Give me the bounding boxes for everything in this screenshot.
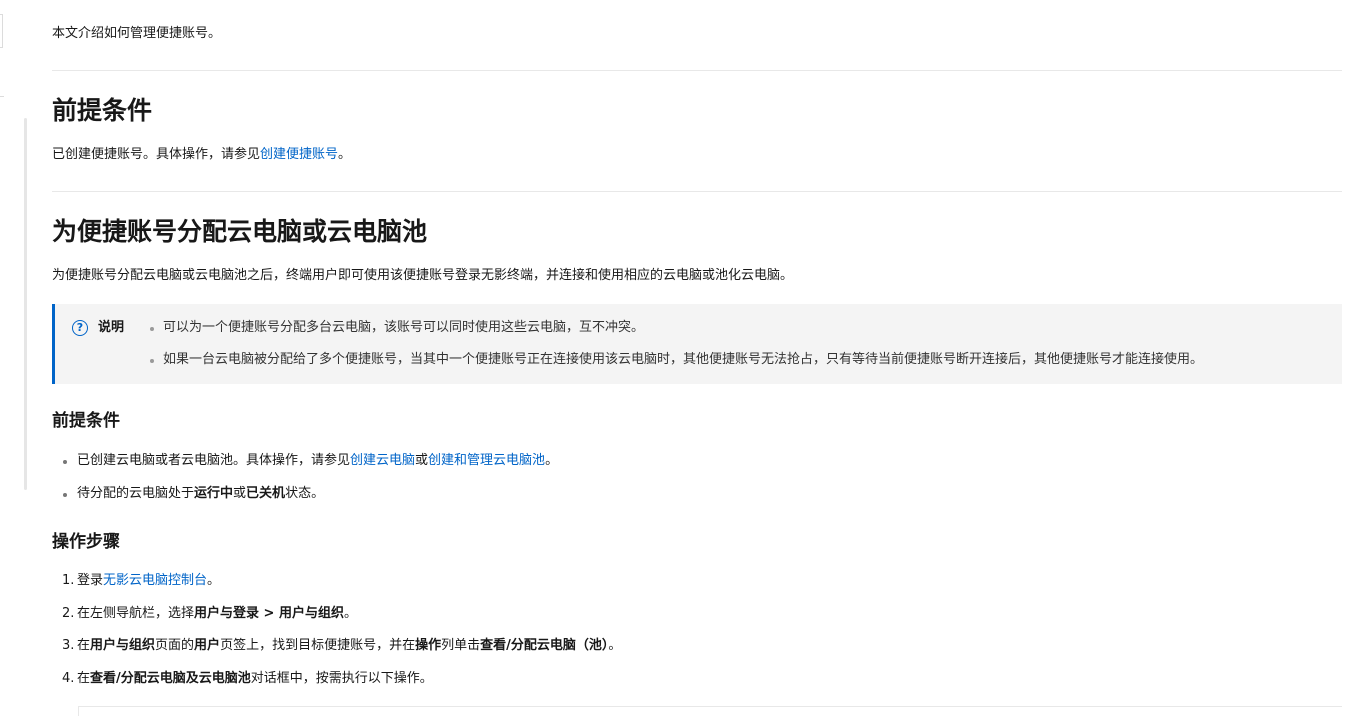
text: 。 (338, 147, 352, 162)
status-stopped: 已关机 (246, 486, 286, 501)
text: 已创建便捷账号。具体操作，请参见 (52, 147, 261, 162)
text: 或 (415, 453, 429, 468)
create-cloud-pc-link[interactable]: 创建云电脑 (350, 453, 415, 468)
status-running: 运行中 (194, 486, 234, 501)
note-box: ? 说明 可以为一个便捷账号分配多台云电脑，该账号可以同时使用这些云电脑，互不冲… (52, 304, 1342, 384)
create-account-link[interactable]: 创建便捷账号 (260, 147, 338, 162)
text: 。 (207, 573, 221, 588)
ui-term: 用户与组织 (90, 638, 156, 653)
note-item: 如果一台云电脑被分配给了多个便捷账号，当其中一个便捷账号正在连接使用该云电脑时，… (148, 350, 1203, 370)
text: 在 (77, 670, 91, 686)
text: 。 (343, 605, 357, 621)
console-link[interactable]: 无影云电脑控制台 (103, 573, 207, 588)
text: 或 (233, 486, 247, 501)
manage-pool-link[interactable]: 创建和管理云电脑池 (428, 453, 545, 468)
step-number: 3. (62, 638, 75, 653)
prerequisites-text: 已创建便捷账号。具体操作，请参见创建便捷账号。 (52, 145, 351, 165)
list-item: 已创建云电脑或者云电脑池。具体操作，请参见创建云电脑或创建和管理云电脑池。 (52, 451, 558, 471)
section-title-assign: 为便捷账号分配云电脑或云电脑池 (52, 217, 428, 246)
left-rail (0, 0, 30, 712)
assign-description: 为便捷账号分配云电脑或云电脑池之后，终端用户即可使用该便捷账号登录无影终端，并连… (52, 268, 794, 283)
text: 状态。 (285, 486, 325, 501)
rail-collapsed-panel[interactable] (0, 14, 3, 48)
note-label: 说明 (98, 320, 125, 335)
prerequisites-list: 已创建云电脑或者云电脑池。具体操作，请参见创建云电脑或创建和管理云电脑池。 待分… (52, 451, 558, 504)
section-title-prerequisites: 前提条件 (52, 96, 153, 125)
intro-text: 本文介绍如何管理便捷账号。 (52, 26, 222, 41)
ui-term: 查看/分配云电脑及云电脑池 (90, 670, 251, 686)
options-table-edge (78, 706, 1342, 716)
note-list: 可以为一个便捷账号分配多台云电脑，该账号可以同时使用这些云电脑，互不冲突。 如果… (148, 318, 1203, 370)
text: 已创建云电脑或者云电脑池。具体操作，请参见 (77, 453, 351, 468)
step-item: 1. 登录无影云电脑控制台。 (52, 571, 621, 591)
question-circle-icon: ? (72, 320, 88, 336)
rail-divider (0, 96, 4, 97)
note-item: 可以为一个便捷账号分配多台云电脑，该账号可以同时使用这些云电脑，互不冲突。 (148, 318, 1203, 338)
step-item: 3. 在用户与组织页面的用户页签上，找到目标便捷账号，并在操作列单击查看/分配云电… (52, 636, 621, 656)
step-item: 2. 在左侧导航栏，选择用户与登录 > 用户与组织。 (52, 604, 621, 624)
step-item: 4. 在查看/分配云电脑及云电脑池对话框中，按需执行以下操作。 (52, 669, 621, 689)
ui-term: 操作 (415, 638, 442, 653)
text: 在左侧导航栏，选择 (77, 605, 195, 621)
list-item: 待分配的云电脑处于运行中或已关机状态。 (52, 484, 558, 504)
ui-term: 用户 (194, 638, 221, 653)
text: 页面的 (155, 638, 195, 653)
scrollbar[interactable] (24, 118, 27, 490)
nav-path: 用户与登录 > 用户与组织 (194, 605, 344, 621)
text: 登录 (77, 573, 104, 588)
text: 对话框中，按需执行以下操作。 (250, 670, 433, 686)
text: 。 (545, 453, 559, 468)
divider (52, 70, 1342, 71)
step-number: 4. (62, 670, 75, 686)
subsection-title-steps: 操作步骤 (52, 532, 120, 552)
text: 。 (608, 638, 622, 653)
step-number: 2. (62, 605, 75, 621)
text: 在 (77, 638, 91, 653)
text: 页签上，找到目标便捷账号，并在 (220, 638, 416, 653)
steps-list: 1. 登录无影云电脑控制台。 2. 在左侧导航栏，选择用户与登录 > 用户与组织。 … (52, 571, 621, 689)
step-number: 1. (62, 573, 75, 588)
text: 待分配的云电脑处于 (77, 486, 195, 501)
subsection-title-prerequisites: 前提条件 (52, 411, 120, 431)
ui-term: 查看/分配云电脑（池） (480, 638, 609, 653)
divider (52, 191, 1342, 192)
text: 列单击 (441, 638, 481, 653)
